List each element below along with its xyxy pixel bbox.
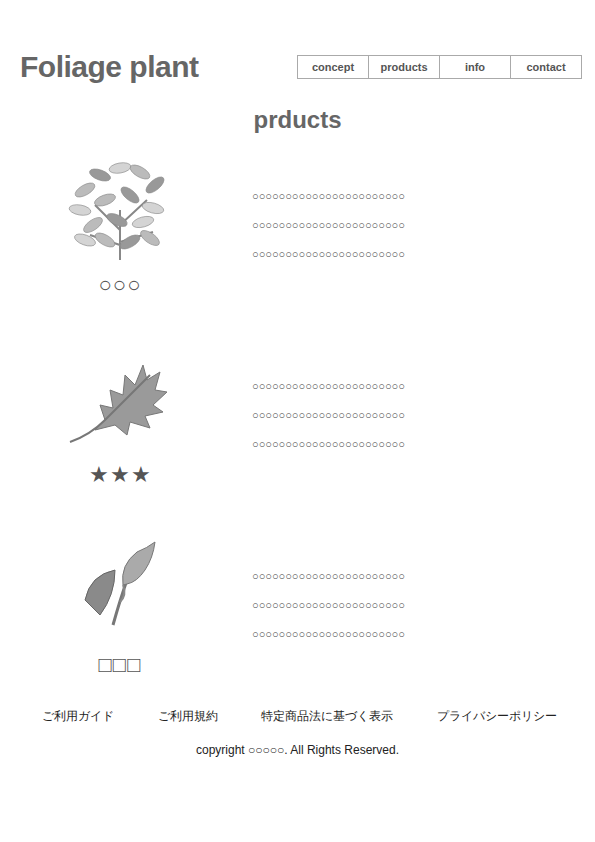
product-description: ○○○○○○○○○○○○○○○○○○○○○○○○○○○○○○○○○○○○○○○○…: [252, 148, 595, 303]
product-list: ○○○○○○○○○○○○○○○○○○○○○○○○○○○○○○○○○○○○○○○○…: [0, 148, 595, 683]
footer-link[interactable]: プライバシーポリシー: [437, 708, 557, 725]
product-row: ○○○○○○○○○○○○○○○○○○○○○○○○○○○○○○○○○○○○○○○○…: [0, 148, 595, 303]
footer-link[interactable]: 特定商品法に基づく表示: [261, 708, 393, 725]
footer-link[interactable]: ご利用規約: [158, 708, 218, 725]
product-image-column: ★★★: [30, 338, 210, 493]
description-line: ○○○○○○○○○○○○○○○○○○○○○○○: [252, 591, 595, 620]
rose-bud-icon: [65, 540, 175, 635]
header: Foliage plant conceptproductsinfocontact: [0, 0, 595, 84]
footer-links: ご利用ガイド ご利用規約 特定商品法に基づく表示 プライバシーポリシー: [0, 708, 595, 725]
product-image-column: ○○○: [30, 148, 210, 303]
page: Foliage plantconceptproductsinfocontactp…: [0, 0, 595, 842]
footer: ご利用ガイド ご利用規約 特定商品法に基づく表示 プライバシーポリシー copyrigh…: [0, 708, 595, 797]
product-image-column: □□□: [30, 528, 210, 683]
description-line: ○○○○○○○○○○○○○○○○○○○○○○○: [252, 562, 595, 591]
description-line: ○○○○○○○○○○○○○○○○○○○○○○○: [252, 401, 595, 430]
description-line: ○○○○○○○○○○○○○○○○○○○○○○○: [252, 240, 595, 269]
product-name[interactable]: ○○○: [99, 272, 142, 298]
product-name[interactable]: ★★★: [89, 462, 152, 488]
oak-leaf-icon: [65, 350, 175, 445]
nav: conceptproductsinfocontact: [298, 55, 582, 79]
product-row: □□□○○○○○○○○○○○○○○○○○○○○○○○○○○○○○○○○○○○○○…: [0, 528, 595, 683]
bush-icon: [65, 150, 175, 265]
footer-link[interactable]: ご利用ガイド: [42, 708, 114, 725]
nav-item[interactable]: concept: [297, 55, 369, 79]
description-line: ○○○○○○○○○○○○○○○○○○○○○○○: [252, 182, 595, 211]
page-title: prducts: [0, 106, 595, 134]
product-row: ★★★○○○○○○○○○○○○○○○○○○○○○○○○○○○○○○○○○○○○○…: [0, 338, 595, 493]
nav-item[interactable]: contact: [510, 55, 582, 79]
logo[interactable]: Foliage plant: [20, 50, 199, 84]
product-description: ○○○○○○○○○○○○○○○○○○○○○○○○○○○○○○○○○○○○○○○○…: [252, 528, 595, 683]
nav-item[interactable]: products: [368, 55, 440, 79]
copyright: copyright ○○○○○. All Rights Reserved.: [0, 743, 595, 757]
description-line: ○○○○○○○○○○○○○○○○○○○○○○○: [252, 620, 595, 649]
product-image[interactable]: [65, 528, 175, 646]
product-image[interactable]: [65, 338, 175, 456]
description-line: ○○○○○○○○○○○○○○○○○○○○○○○: [252, 211, 595, 240]
product-description: ○○○○○○○○○○○○○○○○○○○○○○○○○○○○○○○○○○○○○○○○…: [252, 338, 595, 493]
product-image[interactable]: [65, 148, 175, 266]
description-line: ○○○○○○○○○○○○○○○○○○○○○○○: [252, 430, 595, 459]
nav-item[interactable]: info: [439, 55, 511, 79]
description-line: ○○○○○○○○○○○○○○○○○○○○○○○: [252, 372, 595, 401]
product-name[interactable]: □□□: [99, 652, 142, 678]
